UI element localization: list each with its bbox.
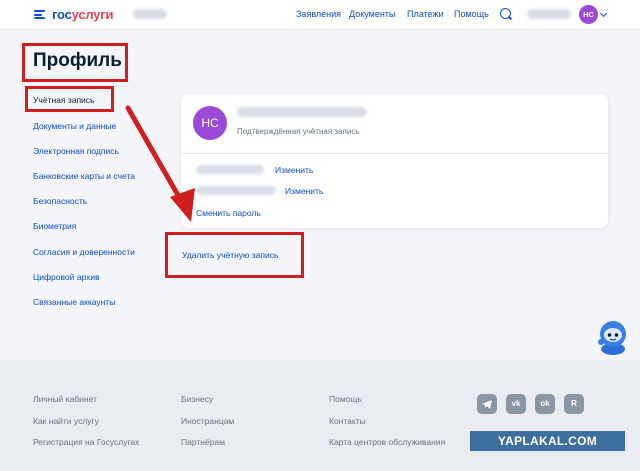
footer-link-help[interactable]: Помощь: [329, 394, 362, 404]
footer-link-registration[interactable]: Регистрация на Госуслугах: [33, 437, 139, 447]
footer-link-service-map[interactable]: Карта центров обслуживания: [329, 437, 445, 447]
telegram-icon[interactable]: [477, 394, 497, 414]
vk-icon[interactable]: vk: [506, 394, 526, 414]
footer-link-foreigners[interactable]: Иностранцам: [181, 416, 234, 426]
footer-link-business[interactable]: Бизнесу: [181, 394, 213, 404]
ok-icon[interactable]: ok: [535, 394, 555, 414]
footer-link-cabinet[interactable]: Личный кабинет: [33, 394, 97, 404]
rutube-icon[interactable]: R: [564, 394, 584, 414]
footer-link-contacts[interactable]: Контакты: [329, 416, 366, 426]
assistant-robot-icon[interactable]: [594, 316, 632, 356]
footer-link-find-service[interactable]: Как найти услугу: [33, 416, 99, 426]
footer-link-partners[interactable]: Партнёрам: [181, 437, 225, 447]
watermark: YAPLAKAL.COM: [470, 431, 625, 451]
